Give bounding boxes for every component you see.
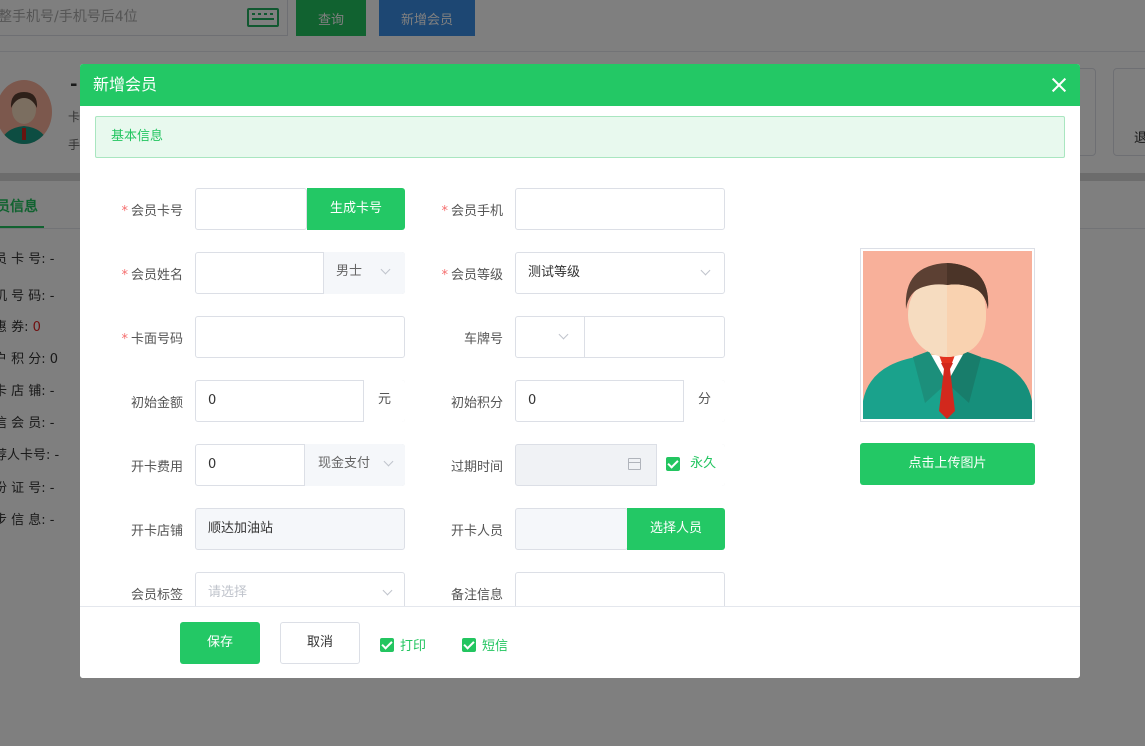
remark-label: 备注信息 xyxy=(450,588,503,603)
store-label: 开卡店铺 xyxy=(130,524,183,539)
plate-input-group xyxy=(515,316,725,358)
default-avatar-image xyxy=(863,251,1032,419)
face-no-input[interactable] xyxy=(195,316,405,358)
add-member-dialog: 新增会员 基本信息 * 会员卡号 生成卡号 * 会员手机 * 会员姓名 男士 * 会员等… xyxy=(80,64,1080,678)
close-icon[interactable] xyxy=(1050,76,1068,94)
yuan-unit: 元 xyxy=(363,380,405,422)
chevron-down-icon xyxy=(383,456,394,467)
dialog-header: 新增会员 xyxy=(80,64,1080,106)
chevron-down-icon xyxy=(380,264,391,275)
phone-label: * 会员手机 xyxy=(441,204,503,219)
points-unit: 分 xyxy=(683,380,725,422)
upload-image-button[interactable]: 点击上传图片 xyxy=(860,443,1035,485)
init-points-label: 初始积分 xyxy=(450,396,503,411)
level-label: * 会员等级 xyxy=(441,268,503,283)
save-button[interactable]: 保存 xyxy=(180,622,260,664)
store-input: 顺达加油站 xyxy=(195,508,405,550)
footer-divider xyxy=(80,606,1080,607)
level-select[interactable]: 测试等级 xyxy=(515,252,725,294)
plate-prefix-select[interactable] xyxy=(516,317,584,357)
pay-method-select[interactable]: 现金支付 xyxy=(304,444,405,486)
tags-label: 会员标签 xyxy=(130,588,183,603)
init-points-input[interactable]: 0 分 xyxy=(515,380,725,422)
face-no-label: * 卡面号码 xyxy=(121,332,183,347)
fee-input[interactable]: 0 现金支付 xyxy=(195,444,405,486)
phone-input[interactable] xyxy=(515,188,725,230)
sms-checkbox[interactable]: 短信 xyxy=(462,635,508,654)
staff-label: 开卡人员 xyxy=(450,524,503,539)
checkbox-checked-icon xyxy=(666,456,680,471)
chevron-down-icon xyxy=(700,265,711,276)
checkbox-checked-icon xyxy=(462,637,476,652)
select-staff-button[interactable]: 选择人员 xyxy=(627,508,725,550)
generate-card-no-button[interactable]: 生成卡号 xyxy=(307,188,405,230)
forever-checkbox[interactable]: 永久 xyxy=(656,444,725,486)
card-no-input[interactable] xyxy=(195,188,307,230)
name-input[interactable]: 男士 xyxy=(195,252,405,294)
init-amount-input[interactable]: 0 元 xyxy=(195,380,405,422)
fee-label: 开卡费用 xyxy=(130,460,183,475)
expire-date-input[interactable]: 永久 xyxy=(515,444,725,486)
print-checkbox[interactable]: 打印 xyxy=(380,635,426,654)
checkbox-checked-icon xyxy=(380,637,394,652)
dialog-title: 新增会员 xyxy=(93,75,158,94)
expire-label: 过期时间 xyxy=(450,460,503,475)
section-basic-info: 基本信息 xyxy=(95,116,1065,158)
calendar-icon xyxy=(628,458,641,470)
cancel-button[interactable]: 取消 xyxy=(280,622,360,664)
init-amount-label: 初始金额 xyxy=(130,396,183,411)
staff-input[interactable] xyxy=(515,508,628,550)
name-label: * 会员姓名 xyxy=(121,268,183,283)
plate-label: 车牌号 xyxy=(463,332,503,347)
plate-number-input[interactable] xyxy=(584,316,725,358)
member-photo xyxy=(860,248,1035,422)
gender-select[interactable]: 男士 xyxy=(323,252,405,294)
chevron-down-icon xyxy=(558,329,569,340)
chevron-down-icon xyxy=(382,585,393,596)
card-no-label: * 会员卡号 xyxy=(121,204,183,219)
